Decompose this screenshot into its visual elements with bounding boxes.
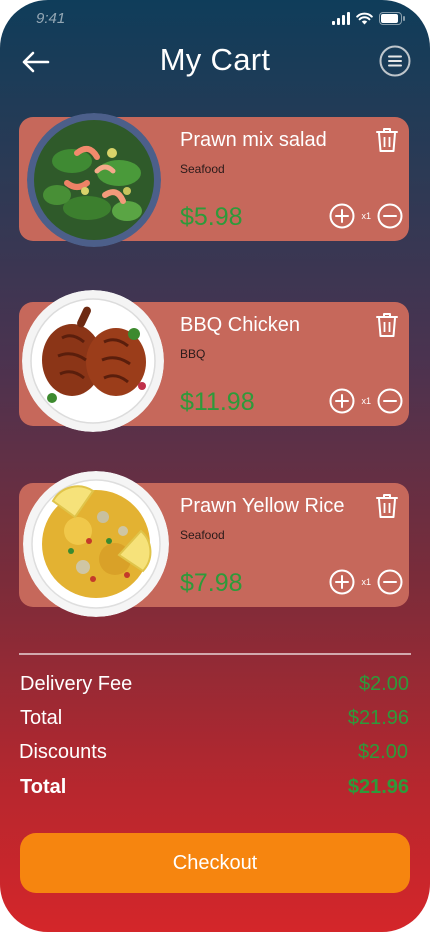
bbq-chicken-image <box>22 290 164 432</box>
trash-icon[interactable] <box>375 127 399 153</box>
status-icons <box>332 12 406 25</box>
item-price: $11.98 <box>180 388 255 416</box>
item-category: Seafood <box>180 528 225 542</box>
discounts-value: $2.00 <box>357 741 408 763</box>
quantity-label: x1 <box>361 396 371 406</box>
item-name: BBQ Chicken <box>180 314 301 336</box>
signal-icon <box>332 12 350 25</box>
grand-total-label: Total <box>20 776 67 798</box>
minus-icon[interactable] <box>377 203 403 229</box>
quantity-stepper: x1 <box>329 388 403 414</box>
minus-icon[interactable] <box>377 569 403 595</box>
grand-total-row: Total $21.96 <box>20 776 409 804</box>
checkout-button[interactable]: Checkout <box>20 833 410 893</box>
item-category: BBQ <box>180 347 206 361</box>
quantity-label: x1 <box>361 577 371 587</box>
phone-screen: 9:41 My Cart Prawn mix salad Seafood $5.… <box>0 0 430 932</box>
item-name: Prawn Yellow Rice <box>180 495 345 517</box>
plus-icon[interactable] <box>329 388 355 414</box>
item-price: $5.98 <box>180 203 243 231</box>
minus-icon[interactable] <box>377 388 403 414</box>
discounts-row: Discounts $2.00 <box>19 741 408 769</box>
item-category: Seafood <box>180 162 225 176</box>
header: My Cart <box>0 38 430 86</box>
trash-icon[interactable] <box>375 493 399 519</box>
quantity-stepper: x1 <box>329 569 403 595</box>
grand-total-value: $21.96 <box>347 776 409 798</box>
total-row: Total $21.96 <box>20 707 409 735</box>
summary-divider <box>19 653 411 655</box>
prawn-salad-image <box>27 113 161 247</box>
cart-item-card: Prawn mix salad Seafood $5.98 x1 <box>19 113 409 247</box>
page-title: My Cart <box>159 42 271 77</box>
plus-icon[interactable] <box>329 569 355 595</box>
quantity-label: x1 <box>361 211 371 221</box>
delivery-fee-label: Delivery Fee <box>20 673 133 695</box>
item-price: $7.98 <box>180 569 243 597</box>
wifi-icon <box>356 12 373 25</box>
delivery-fee-row: Delivery Fee $2.00 <box>20 673 409 701</box>
discounts-label: Discounts <box>19 741 107 763</box>
quantity-stepper: x1 <box>329 203 403 229</box>
status-bar: 9:41 <box>36 10 406 30</box>
cart-item-card: Prawn Yellow Rice Seafood $7.98 x1 <box>19 471 409 617</box>
cart-item-card: BBQ Chicken BBQ $11.98 x1 <box>19 290 409 432</box>
status-time: 9:41 <box>36 10 66 27</box>
total-value: $21.96 <box>347 707 409 729</box>
trash-icon[interactable] <box>375 312 399 338</box>
item-name: Prawn mix salad <box>180 129 327 151</box>
plus-icon[interactable] <box>329 203 355 229</box>
delivery-fee-value: $2.00 <box>358 673 409 695</box>
menu-icon[interactable] <box>378 44 412 78</box>
prawn-yellow-rice-image <box>23 471 169 617</box>
total-label: Total <box>20 707 63 729</box>
battery-icon <box>379 12 405 25</box>
